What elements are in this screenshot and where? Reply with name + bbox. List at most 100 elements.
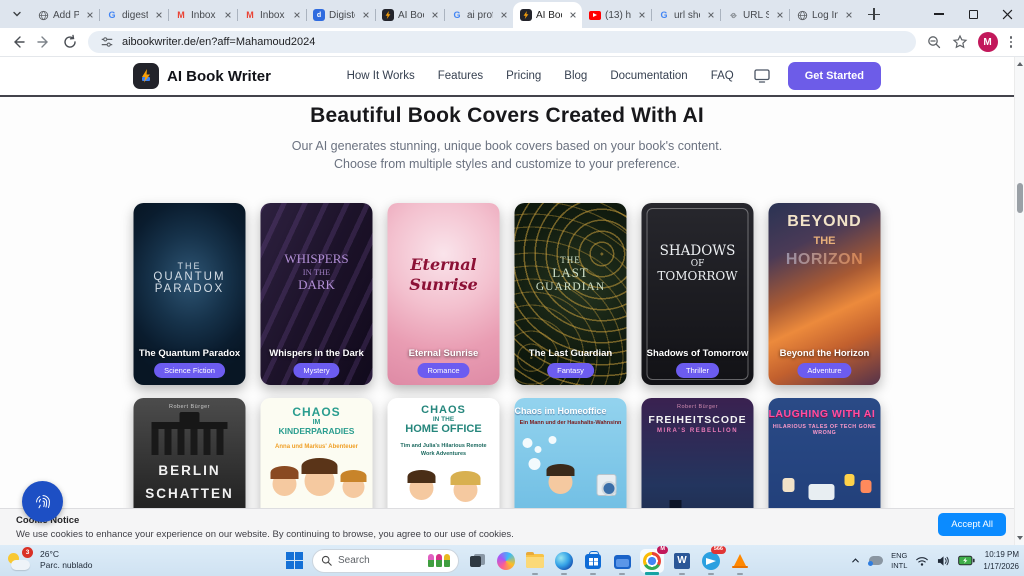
display-mode-icon[interactable] [754,69,770,83]
zoom-icon[interactable] [926,34,942,50]
url-text: aibookwriter.de/en?aff=Mahamoud2024 [122,36,315,48]
cover-title: The Quantum Paradox [138,347,242,360]
search-highlight-tulips-icon[interactable] [428,554,450,567]
speaker-icon[interactable] [937,555,950,567]
taskbar-weather-widget[interactable]: 3 26°C Parc. nublado [7,548,92,572]
tab-inbox-1[interactable]: M Inbox ( [168,2,237,28]
url-bar[interactable]: aibookwriter.de/en?aff=Mahamoud2024 [88,31,916,53]
refresh-icon[interactable] [62,34,78,50]
nav-blog[interactable]: Blog [564,70,587,82]
book-cover-whispers-in-the-dark[interactable]: WHISPERSIN THEDARK Whispers in the Dark … [261,203,373,385]
tab-url-shortener[interactable]: URL Sh [720,2,789,28]
tab-search-chevron-icon[interactable] [6,3,28,25]
file-explorer-button[interactable] [524,549,546,573]
tab-close-icon[interactable] [290,9,303,22]
tab-close-icon[interactable] [566,9,579,22]
tab-close-icon[interactable] [497,9,510,22]
browser-menu-icon[interactable] [1008,34,1015,50]
taskbar-search[interactable]: Search [312,549,459,573]
microsoft-store-button[interactable] [582,549,604,573]
tab-close-icon[interactable] [704,9,717,22]
page-viewport: AI Book Writer How It Works Features Pri… [0,57,1014,545]
tab-close-icon[interactable] [359,9,372,22]
word-button[interactable]: W [671,549,693,573]
get-started-button[interactable]: Get Started [788,62,881,90]
tab-close-icon[interactable] [83,9,96,22]
cover-subtitle: Tim and Julia's Hilarious Remote Work Ad… [388,442,500,459]
tab-ai-prof[interactable]: G ai prof [444,2,513,28]
cover-title: Beyond the Horizon [773,347,877,360]
weather-desc: Parc. nublado [40,560,92,571]
vlc-button[interactable] [729,549,751,573]
nav-faq[interactable]: FAQ [711,70,734,82]
store-icon [585,554,601,569]
taskbar-clock[interactable]: 10:19 PM 1/17/2026 [983,549,1019,571]
windows-logo-icon [286,552,303,569]
copilot-icon [497,552,515,570]
forward-icon[interactable] [36,34,52,50]
nav-how-it-works[interactable]: How It Works [347,70,415,82]
tab-digeste[interactable]: G digeste [99,2,168,28]
tab-inbox-2[interactable]: M Inbox ( [237,2,306,28]
window-minimize-button[interactable] [922,0,956,28]
back-icon[interactable] [10,34,26,50]
chrome-button-active[interactable]: M [640,549,664,573]
search-icon [321,555,332,566]
bookmark-star-icon[interactable] [952,34,968,50]
scroll-down-arrow[interactable] [1017,536,1023,540]
scroll-up-arrow[interactable] [1017,62,1023,66]
tab-label: digeste [122,10,148,21]
wallet-button[interactable] [611,549,633,573]
language-indicator[interactable]: ENG INTL [891,551,907,570]
nav-features[interactable]: Features [438,70,483,82]
tab-close-icon[interactable] [221,9,234,22]
tab-add-po[interactable]: Add Po [30,2,99,28]
task-view-icon [470,554,485,567]
tab-label: ai prof [467,10,493,21]
site-brand[interactable]: AI Book Writer [133,63,271,89]
genre-badge: Thriller [676,363,719,378]
nav-documentation[interactable]: Documentation [610,70,687,82]
nav-pricing[interactable]: Pricing [506,70,541,82]
tab-log-in[interactable]: Log In [789,2,858,28]
tab-ai-book-active[interactable]: AI Boo [513,2,582,28]
taskbar-center: Search M W 566 [283,545,751,576]
scrollbar-thumb[interactable] [1017,183,1023,213]
wifi-icon[interactable] [915,555,929,567]
task-view-button[interactable] [466,549,488,573]
book-cover-quantum-paradox[interactable]: THEQUANTUMPARADOX The Quantum Paradox Sc… [134,203,246,385]
book-cover-shadows-of-tomorrow[interactable]: SHADOWSOFTOMORROW Shadows of Tomorrow Th… [642,203,754,385]
tab-close-icon[interactable] [152,9,165,22]
tab-youtube[interactable]: (13) ho [582,2,651,28]
book-cover-last-guardian[interactable]: THELASTGUARDIAN The Last Guardian Fantas… [515,203,627,385]
battery-icon[interactable] [958,555,975,566]
edge-button[interactable] [553,549,575,573]
copilot-button[interactable] [495,549,517,573]
tray-chevron-up-icon[interactable] [850,555,861,566]
profile-avatar[interactable]: M [978,32,998,52]
window-close-button[interactable] [990,0,1024,28]
book-cover-eternal-sunrise[interactable]: EternalSunrise Eternal Sunrise Romance [388,203,500,385]
site-settings-icon[interactable] [100,35,114,49]
telegram-button[interactable]: 566 [700,549,722,573]
weather-badge: 3 [22,547,33,558]
accept-all-button[interactable]: Accept All [938,513,1006,536]
tab-url-sho[interactable]: G url sho [651,2,720,28]
fingerprint-icon [32,491,54,513]
cover-author: Robert Bürger [642,404,754,410]
book-cover-beyond-the-horizon[interactable]: BEYONDTHEHORIZON Beyond the Horizon Adve… [769,203,881,385]
windows-taskbar: 3 26°C Parc. nublado Search M W 566 [0,545,1024,576]
tab-digistore[interactable]: d Digisto [306,2,375,28]
tab-ai-book-1[interactable]: AI Boo [375,2,444,28]
page-scrollbar[interactable] [1014,57,1024,545]
start-button[interactable] [283,549,305,573]
onedrive-icon[interactable] [869,556,883,565]
gmail-icon: M [244,9,256,21]
tab-close-icon[interactable] [842,9,855,22]
window-maximize-button[interactable] [956,0,990,28]
tab-close-icon[interactable] [635,9,648,22]
new-tab-button[interactable] [864,4,884,24]
accessibility-fingerprint-button[interactable] [22,481,63,522]
tab-close-icon[interactable] [428,9,441,22]
tab-close-icon[interactable] [773,9,786,22]
